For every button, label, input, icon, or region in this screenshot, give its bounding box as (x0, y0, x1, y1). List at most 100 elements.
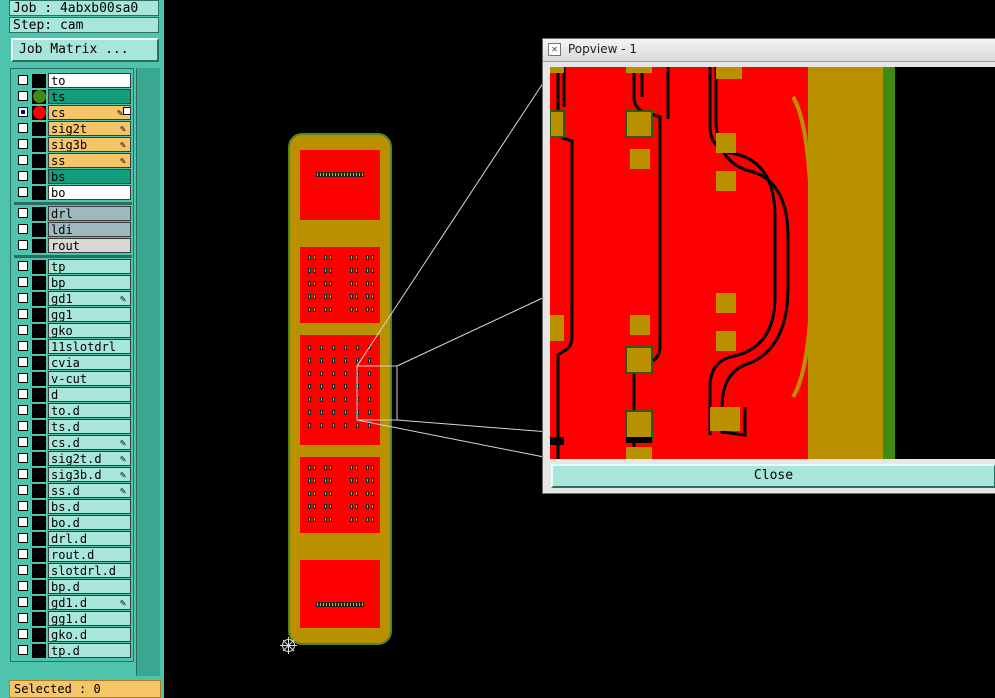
layer-checkbox[interactable] (18, 613, 28, 623)
layer-row-ts[interactable]: ts (15, 89, 132, 104)
layer-name[interactable]: gko.d (48, 627, 131, 642)
layer-checkbox[interactable] (18, 549, 28, 559)
layer-row-drl-d[interactable]: drl.d (15, 531, 132, 546)
layer-name[interactable]: gd1 ✎ (48, 291, 131, 306)
layer-row-gko[interactable]: gko (15, 323, 132, 338)
layer-row-d[interactable]: d (15, 387, 132, 402)
layer-row-bo[interactable]: bo (15, 185, 132, 200)
layer-name[interactable]: slotdrl.d (48, 563, 131, 578)
layer-name[interactable]: bo (48, 185, 131, 200)
layer-color-swatch[interactable] (32, 436, 46, 450)
layer-name[interactable]: bs (48, 169, 131, 184)
layer-row-sig2t[interactable]: sig2t ✎ (15, 121, 132, 136)
layer-row-bs[interactable]: bs (15, 169, 132, 184)
layer-row-sig3b[interactable]: sig3b ✎ (15, 137, 132, 152)
layer-checkbox[interactable] (18, 91, 28, 101)
pcb-board[interactable] (288, 133, 392, 645)
layer-checkbox[interactable] (18, 187, 28, 197)
layer-checkbox[interactable] (18, 517, 28, 527)
layer-name[interactable]: v-cut (48, 371, 131, 386)
layer-color-swatch[interactable] (32, 340, 46, 354)
layer-color-swatch[interactable] (32, 612, 46, 626)
layer-row-sig2t-d[interactable]: sig2t.d ✎ (15, 451, 132, 466)
layer-checkbox[interactable] (18, 373, 28, 383)
layer-checkbox[interactable] (18, 293, 28, 303)
layer-checkbox[interactable] (18, 581, 28, 591)
layer-name[interactable]: cs.d ✎ (48, 435, 131, 450)
layer-checkbox[interactable] (18, 645, 28, 655)
layer-row-rout[interactable]: rout (15, 238, 132, 253)
layer-checkbox[interactable] (18, 325, 28, 335)
layer-name[interactable]: rout.d (48, 547, 131, 562)
layer-row-to[interactable]: to (15, 73, 132, 88)
layer-name[interactable]: bp (48, 275, 131, 290)
layer-checkbox[interactable] (18, 453, 28, 463)
layer-checkbox[interactable] (18, 405, 28, 415)
layer-row-ts-d[interactable]: ts.d (15, 419, 132, 434)
layer-name[interactable]: to (48, 73, 131, 88)
layer-color-swatch[interactable] (32, 372, 46, 386)
layer-checkbox[interactable] (18, 277, 28, 287)
layer-color-swatch[interactable] (32, 596, 46, 610)
layer-name[interactable]: gg1.d (48, 611, 131, 626)
layer-checkbox[interactable] (18, 240, 28, 250)
popview-zoom-view[interactable] (550, 67, 995, 459)
layer-row-cs-d[interactable]: cs.d ✎ (15, 435, 132, 450)
layer-name[interactable]: bs.d (48, 499, 131, 514)
layer-name[interactable]: gg1 (48, 307, 131, 322)
layer-row-drl[interactable]: drl (15, 206, 132, 221)
layer-checkbox[interactable] (18, 501, 28, 511)
layer-checkbox[interactable] (18, 208, 28, 218)
layer-color-swatch[interactable] (32, 532, 46, 546)
layer-row-tp-d[interactable]: tp.d (15, 643, 132, 658)
layer-checkbox[interactable] (18, 155, 28, 165)
job-matrix-button[interactable]: Job Matrix ... (11, 38, 159, 62)
layer-color-swatch[interactable] (32, 170, 46, 184)
layer-name[interactable]: ldi (48, 222, 131, 237)
layer-row-rout-d[interactable]: rout.d (15, 547, 132, 562)
layer-name[interactable]: d (48, 387, 131, 402)
layer-row-to-d[interactable]: to.d (15, 403, 132, 418)
layer-row-gd1[interactable]: gd1 ✎ (15, 291, 132, 306)
layer-name[interactable]: bp.d (48, 579, 131, 594)
layer-checkbox[interactable] (18, 261, 28, 271)
layer-color-swatch[interactable] (32, 628, 46, 642)
layer-color-swatch[interactable] (32, 324, 46, 338)
layer-name[interactable]: drl (48, 206, 131, 221)
layer-row-gg1[interactable]: gg1 (15, 307, 132, 322)
layer-row-bo-d[interactable]: bo.d (15, 515, 132, 530)
layer-color-swatch[interactable] (32, 74, 46, 88)
layer-color-swatch[interactable] (32, 468, 46, 482)
layer-name[interactable]: to.d (48, 403, 131, 418)
layer-color-swatch[interactable] (32, 356, 46, 370)
layer-row-sig3b-d[interactable]: sig3b.d ✎ (15, 467, 132, 482)
layer-name[interactable]: ss.d ✎ (48, 483, 131, 498)
layer-checkbox[interactable] (18, 533, 28, 543)
layer-color-swatch[interactable] (32, 207, 46, 221)
layer-name[interactable]: sig2t ✎ (48, 121, 131, 136)
layer-name[interactable]: bo.d (48, 515, 131, 530)
layer-checkbox[interactable] (18, 107, 28, 117)
layer-name[interactable]: cvia (48, 355, 131, 370)
close-button[interactable]: Close (551, 464, 995, 488)
layer-row-cs[interactable]: cs ✎ (15, 105, 132, 120)
layer-checkbox[interactable] (18, 75, 28, 85)
layer-row-11slotdrl[interactable]: 11slotdrl (15, 339, 132, 354)
layer-checkbox[interactable] (18, 469, 28, 479)
layer-name[interactable]: ts (48, 89, 131, 104)
layer-checkbox[interactable] (18, 139, 28, 149)
layer-color-swatch[interactable] (32, 644, 46, 658)
layer-color-swatch[interactable] (32, 452, 46, 466)
layer-checkbox[interactable] (18, 437, 28, 447)
popview-titlebar[interactable]: ✕ Popview - 1 (543, 39, 995, 62)
layer-checkbox[interactable] (18, 123, 28, 133)
layer-row-ss-d[interactable]: ss.d ✎ (15, 483, 132, 498)
layer-name[interactable]: 11slotdrl (48, 339, 131, 354)
layer-name[interactable]: sig2t.d ✎ (48, 451, 131, 466)
layer-color-swatch[interactable] (32, 292, 46, 306)
layer-name[interactable]: cs ✎ (48, 105, 131, 120)
layer-checkbox[interactable] (18, 485, 28, 495)
layer-color-swatch[interactable] (32, 223, 46, 237)
layer-name[interactable]: rout (48, 238, 131, 253)
layer-name[interactable]: gko (48, 323, 131, 338)
